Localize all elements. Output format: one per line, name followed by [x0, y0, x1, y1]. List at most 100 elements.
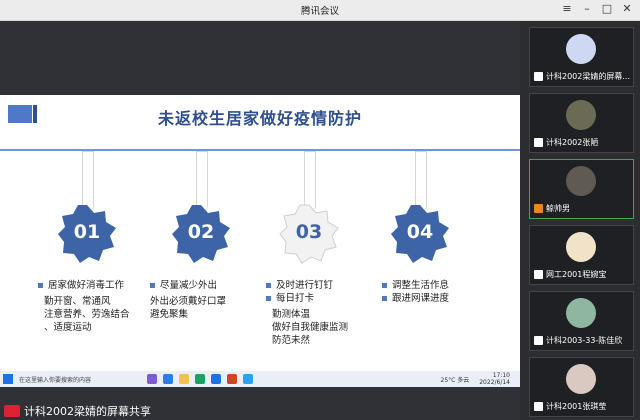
screen-share-label: 计科2002梁婧的屏幕共享: [0, 402, 520, 420]
clock-date: 2022/6/14: [479, 379, 510, 386]
column-line: 做好自我健康监测: [272, 322, 349, 333]
avatar: [566, 34, 596, 64]
column-head-text: 居家做好消毒工作: [48, 280, 125, 291]
participant-tile[interactable]: 计科2003-33-陈佳欣: [529, 291, 634, 351]
column-line: 避免聚集: [150, 309, 189, 320]
app-icon[interactable]: [227, 374, 237, 384]
participant-name: 鲸帅男: [546, 204, 570, 213]
mic-icon: [534, 138, 543, 147]
windows-taskbar: 在这里输入你要搜索的内容 25°C 多云 17:10 2022/6/14: [0, 371, 520, 387]
app-icon[interactable]: [163, 374, 173, 384]
column-line: 勤开窗、常通风: [44, 296, 111, 307]
browser-icon[interactable]: [211, 374, 221, 384]
participant-name: 计科2003-33-陈佳欣: [546, 336, 623, 345]
column-head-text: 调整生活作息: [392, 280, 450, 291]
participant-caption: 网工2001程婉宝: [534, 269, 606, 280]
taskbar-apps: [147, 374, 253, 384]
column-head-text: 尽量减少外出: [160, 280, 218, 291]
app-icon[interactable]: [243, 374, 253, 384]
hanger-4: [415, 151, 427, 210]
column-2: 尽量减少外出 外出必须戴好口罩 避免聚集: [150, 279, 226, 321]
column-head-text: 跟进网课进度: [392, 293, 450, 304]
window-controls: ≡ – □ ✕: [560, 2, 634, 16]
taskbar-clock: 17:10 2022/6/14: [479, 372, 510, 386]
bullet-icon: [150, 283, 155, 288]
mic-icon: [534, 204, 543, 213]
screen-share-icon: [4, 405, 20, 417]
windows-start-icon[interactable]: [3, 374, 13, 384]
column-head: 尽量减少外出: [150, 279, 226, 292]
badge-number: 04: [406, 221, 434, 243]
avatar: [566, 100, 596, 130]
column-4: 调整生活作息 跟进网课进度: [382, 279, 449, 305]
menu-icon[interactable]: ≡: [560, 2, 574, 16]
bullet-icon: [266, 296, 271, 301]
taskbar-search-input[interactable]: 在这里输入你要搜索的内容: [19, 375, 139, 384]
folder-icon[interactable]: [179, 374, 189, 384]
badge-04: 04: [389, 203, 451, 265]
column-head: 调整生活作息: [382, 279, 449, 292]
badge-01: 01: [56, 203, 118, 265]
hanger-1: [82, 151, 94, 210]
mic-icon: [534, 402, 543, 411]
participant-tile[interactable]: 网工2001程婉宝: [529, 225, 634, 285]
mic-icon: [534, 270, 543, 279]
column-head: 居家做好消毒工作: [38, 279, 130, 292]
bullet-icon: [38, 283, 43, 288]
participant-tile[interactable]: 鲸帅男: [529, 159, 634, 219]
bullet-icon: [266, 283, 271, 288]
minimize-button[interactable]: –: [580, 2, 594, 16]
hanger-3: [304, 151, 316, 210]
column-body: 勤测体温 做好自我健康监测 防范未然: [272, 308, 348, 347]
column-body: 外出必须戴好口罩 避免聚集: [150, 295, 226, 321]
badge-02: 02: [170, 203, 232, 265]
close-button[interactable]: ✕: [620, 2, 634, 16]
slide-title: 未返校生居家做好疫情防护: [157, 109, 362, 128]
column-line: 注意营养、劳逸结合: [44, 309, 130, 320]
badge-03: 03: [278, 203, 340, 265]
participant-name: 计科2001张琪莹: [546, 402, 607, 411]
shared-screen: 未返校生居家做好疫情防护 01 02 03 04 居家做好消毒工作 勤开窗、常通…: [0, 21, 520, 420]
slide-divider: [0, 149, 520, 151]
participant-caption: 计科2002张陋: [534, 137, 598, 148]
badge-number: 03: [295, 221, 323, 243]
participant-caption: 鲸帅男: [534, 203, 570, 214]
presentation-slide: 未返校生居家做好疫情防护 01 02 03 04 居家做好消毒工作 勤开窗、常通…: [0, 95, 520, 371]
column-head-text: 每日打卡: [276, 293, 315, 304]
hanger-2: [196, 151, 208, 210]
screen-share-text: 计科2002梁婧的屏幕共享: [24, 405, 151, 418]
mic-icon: [534, 336, 543, 345]
column-head-2: 跟进网课进度: [382, 292, 449, 305]
clock-time: 17:10: [492, 372, 510, 379]
bullet-icon: [382, 283, 387, 288]
badge-number: 02: [187, 221, 215, 243]
app-icon[interactable]: [195, 374, 205, 384]
screen-share-icon: [534, 72, 543, 81]
column-line: 防范未然: [272, 335, 311, 346]
participant-tile[interactable]: 计科2002梁婧的屏幕...: [529, 27, 634, 87]
bullet-icon: [382, 296, 387, 301]
participant-name: 网工2001程婉宝: [546, 270, 607, 279]
participant-caption: 计科2002梁婧的屏幕...: [534, 71, 630, 82]
participant-tile[interactable]: 计科2002张陋: [529, 93, 634, 153]
avatar: [566, 298, 596, 328]
column-1: 居家做好消毒工作 勤开窗、常通风 注意营养、劳逸结合 、适度运动: [38, 279, 130, 334]
column-line: 勤测体温: [272, 309, 311, 320]
avatar: [566, 232, 596, 262]
maximize-button[interactable]: □: [600, 2, 614, 16]
participant-name: 计科2002张陋: [546, 138, 599, 147]
participant-tile[interactable]: 计科2001张琪莹: [529, 357, 634, 417]
title-bar: 腾讯会议 ≡ – □ ✕: [0, 0, 640, 21]
participant-caption: 计科2003-33-陈佳欣: [534, 335, 622, 346]
participant-list: 计科2002梁婧的屏幕... 计科2002张陋 鲸帅男 网工2001程婉宝 计科…: [520, 21, 640, 420]
column-line: 外出必须戴好口罩: [150, 296, 227, 307]
participant-caption: 计科2001张琪莹: [534, 401, 606, 412]
column-head: 及时进行钉钉: [266, 279, 348, 292]
column-line: 、适度运动: [44, 322, 92, 333]
column-body: 勤开窗、常通风 注意营养、劳逸结合 、适度运动: [44, 295, 130, 334]
participant-name: 计科2002梁婧的屏幕...: [546, 72, 630, 81]
window-title: 腾讯会议: [300, 6, 339, 17]
app-icon[interactable]: [147, 374, 157, 384]
weather-status: 25°C 多云: [440, 376, 470, 384]
column-head-2: 每日打卡: [266, 292, 348, 305]
